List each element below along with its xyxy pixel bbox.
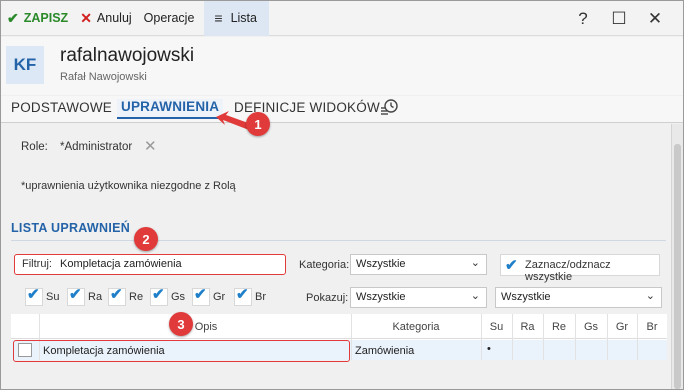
callout-badge-3: 3 (169, 312, 193, 336)
callout-badge-1: 1 (246, 112, 270, 136)
callout-badge-2: 2 (134, 227, 158, 251)
callout-arrow (216, 111, 251, 130)
window: ✔ ZAPISZ ✕ Anuluj Operacje ≡ Lista ? ☐ ✕… (0, 0, 684, 390)
